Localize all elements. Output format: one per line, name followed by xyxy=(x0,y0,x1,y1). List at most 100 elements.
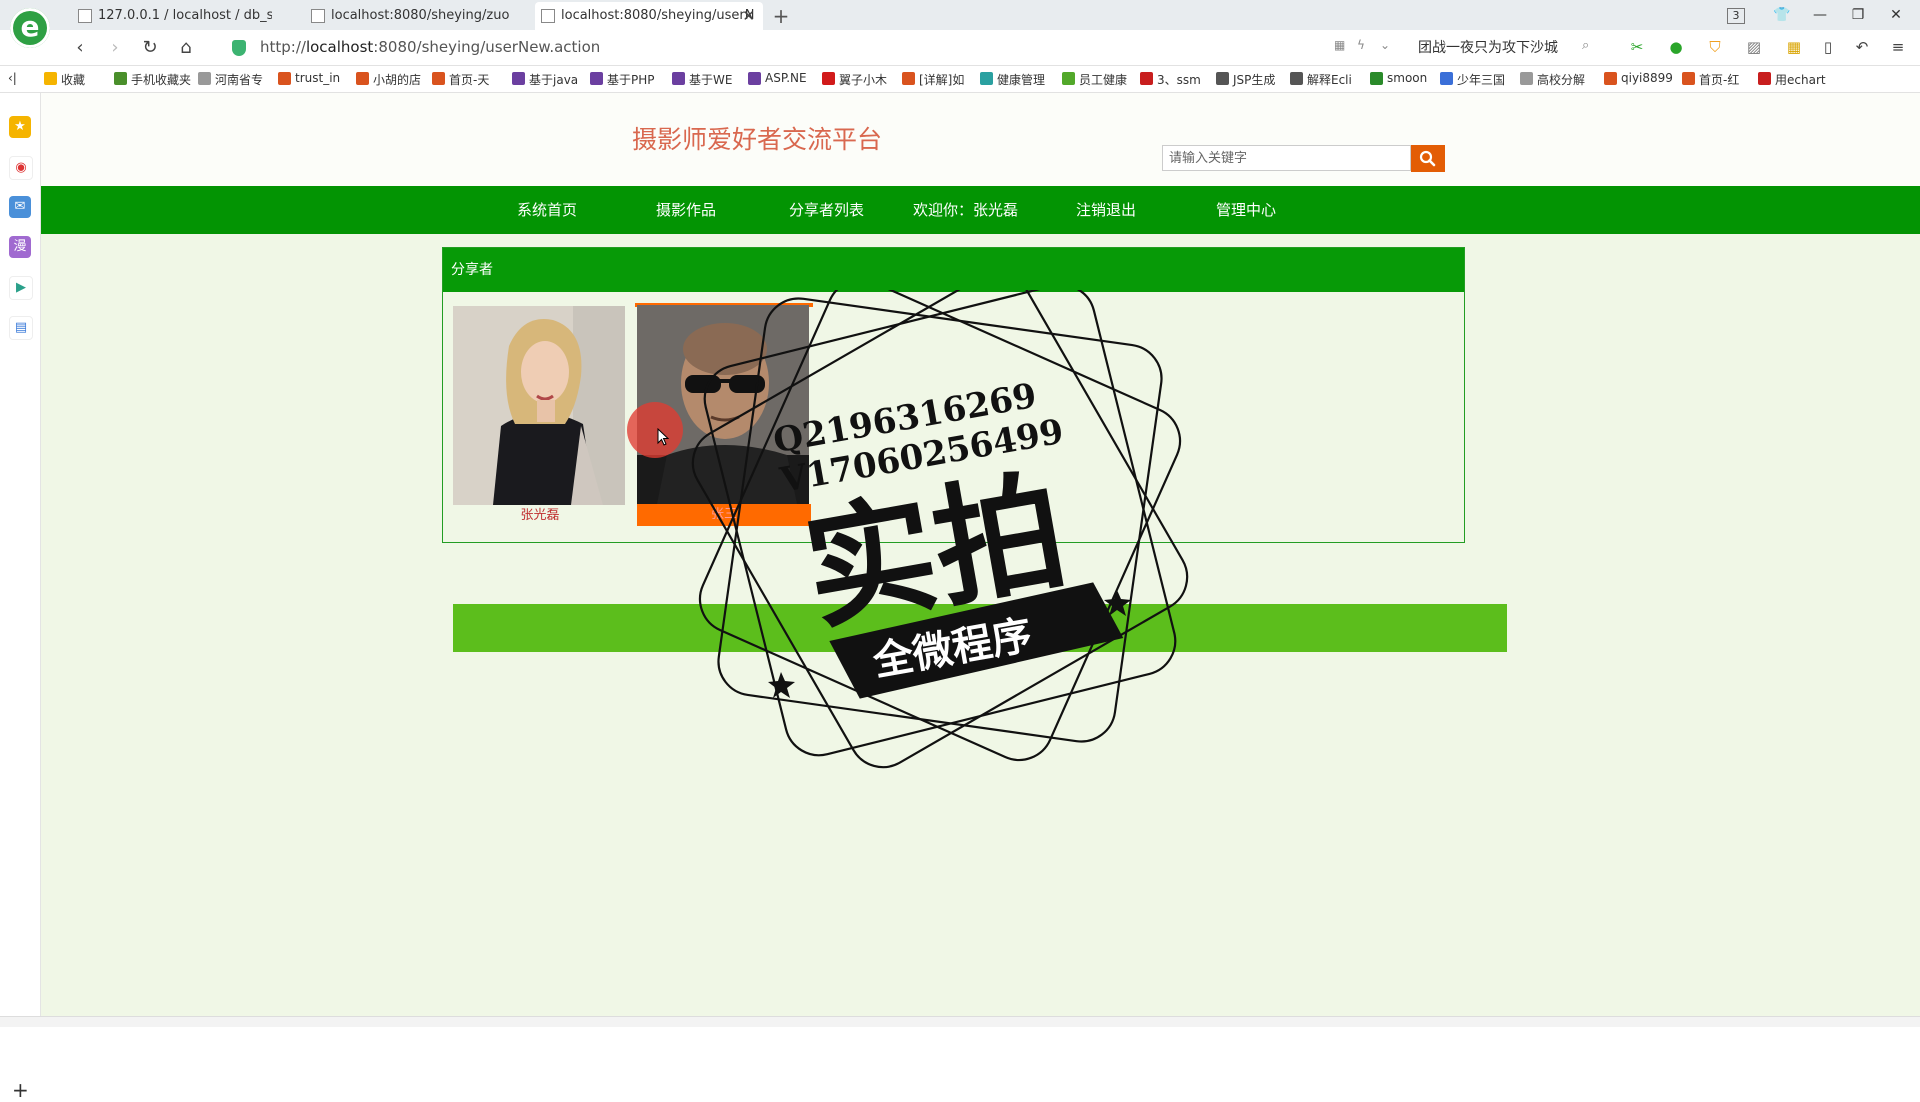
bookmark-item[interactable]: 手机收藏夹 xyxy=(114,71,209,88)
weibo-icon[interactable]: ◉ xyxy=(9,156,33,180)
browser-tab-active[interactable]: localhost:8080/sheying/userN ✕ xyxy=(535,2,763,30)
bookmark-favicon-icon xyxy=(822,72,835,85)
apps-icon[interactable]: ▦ xyxy=(1784,37,1804,57)
bookmark-label: qiyi8899 xyxy=(1621,71,1673,85)
lightning-icon[interactable]: ϟ xyxy=(1357,38,1365,52)
browser-sidebar: ★ ◉ ✉ 漫 ▶ ▤ + xyxy=(0,93,41,1102)
image-icon[interactable]: ▨ xyxy=(1744,37,1764,57)
bookmark-favicon-icon xyxy=(1520,72,1533,85)
browser-statusbar xyxy=(0,1016,1920,1027)
bookmark-item[interactable]: 翼子小木 xyxy=(822,71,905,88)
comic-icon[interactable]: 漫 xyxy=(9,236,31,258)
favorites-icon[interactable]: ★ xyxy=(9,116,31,138)
video-icon[interactable]: ▶ xyxy=(9,276,33,300)
bookmark-item[interactable]: 高校分解 xyxy=(1520,71,1607,88)
skin-icon[interactable]: 👕 xyxy=(1770,4,1794,26)
bookmarks-toggle-icon[interactable]: ‹| xyxy=(8,71,17,85)
search-button[interactable] xyxy=(1411,145,1445,172)
bookmark-favicon-icon xyxy=(1682,72,1695,85)
bookmark-item[interactable]: 基于WE xyxy=(672,71,753,88)
back-button[interactable]: ‹ xyxy=(68,36,92,60)
bookmark-item[interactable]: ASP.NE xyxy=(748,71,827,85)
site-title[interactable]: 摄影师爱好者交流平台 xyxy=(632,120,882,156)
bookmark-favicon-icon xyxy=(672,72,685,85)
bookmark-label: 基于WE xyxy=(689,73,733,87)
panel-title: 分享者 xyxy=(443,248,1464,292)
bookmark-label: 员工健康 xyxy=(1079,73,1128,87)
sharer-name[interactable]: 张光磊 xyxy=(453,505,627,527)
bookmark-item[interactable]: 健康管理 xyxy=(980,71,1065,88)
bookmark-label: 小胡的店 xyxy=(373,73,422,87)
bookmark-favicon-icon xyxy=(512,72,525,85)
nav-home[interactable]: 系统首页 xyxy=(517,186,577,234)
scissors-icon[interactable]: ✂ xyxy=(1627,37,1647,57)
bookmark-label: 收藏 xyxy=(61,73,86,87)
add-sidebar-icon[interactable]: + xyxy=(12,1078,29,1102)
nav-logout[interactable]: 注销退出 xyxy=(1076,186,1136,234)
nav-welcome-user[interactable]: 欢迎你：张光磊 xyxy=(913,186,1018,234)
bookmark-item[interactable]: 少年三国 xyxy=(1440,71,1523,88)
search-icon[interactable]: ⌕ xyxy=(1582,38,1589,53)
bookmark-item[interactable]: 首页-天 xyxy=(432,71,515,88)
nav-works[interactable]: 摄影作品 xyxy=(656,186,716,234)
browser-tab[interactable]: 127.0.0.1 / localhost / db_shey xyxy=(72,2,272,30)
bookmark-item[interactable]: 基于PHP xyxy=(590,71,675,88)
keyword-search-input[interactable] xyxy=(1162,145,1411,171)
search-hint[interactable]: 团战一夜只为攻下沙城 xyxy=(1418,37,1558,57)
bookmark-label: 少年三国 xyxy=(1457,73,1506,87)
browser-logo-icon[interactable]: e xyxy=(10,8,50,48)
browser-tab[interactable]: localhost:8080/sheying/zuopin xyxy=(305,2,510,30)
new-tab-button[interactable]: + xyxy=(768,2,794,30)
bookmark-item[interactable]: 河南省专 xyxy=(198,71,283,88)
page-icon xyxy=(541,9,555,23)
bookmark-item[interactable]: 小胡的店 xyxy=(356,71,435,88)
bookmark-label: 手机收藏夹 xyxy=(131,73,192,87)
bookmark-item[interactable]: 收藏 xyxy=(44,71,119,88)
bookmark-item[interactable]: [详解]如 xyxy=(902,71,983,88)
bookmark-item[interactable]: 基于java xyxy=(512,71,593,88)
bookmark-item[interactable]: 解释Ecli xyxy=(1290,71,1375,88)
search-icon xyxy=(1419,150,1436,167)
bookmark-favicon-icon xyxy=(198,72,211,85)
bookmark-item[interactable]: JSP生成 xyxy=(1216,71,1295,88)
minimize-button[interactable]: — xyxy=(1808,4,1832,26)
tab-count-badge[interactable]: 3 xyxy=(1727,8,1745,24)
bookmark-label: smoon xyxy=(1387,71,1428,85)
bookmark-favicon-icon xyxy=(1290,72,1303,85)
sharer-photo[interactable] xyxy=(453,306,625,505)
bookmark-item[interactable]: 首页-红 xyxy=(1682,71,1761,88)
close-window-button[interactable]: ✕ xyxy=(1884,4,1908,26)
bookmark-item[interactable]: smoon xyxy=(1370,71,1445,85)
translate-icon[interactable]: ● xyxy=(1666,37,1686,57)
mail-icon[interactable]: ✉ xyxy=(9,196,31,218)
reload-button[interactable]: ↻ xyxy=(138,36,162,60)
sharer-name[interactable]: 张三 xyxy=(637,504,811,526)
undo-icon[interactable]: ↶ xyxy=(1852,37,1872,57)
shield-icon[interactable]: ⛉ xyxy=(1705,37,1725,57)
bookmark-favicon-icon xyxy=(1216,72,1229,85)
reader-icon[interactable]: ▯ xyxy=(1818,37,1838,57)
restore-button[interactable]: ❐ xyxy=(1846,4,1870,26)
nav-admin-center[interactable]: 管理中心 xyxy=(1216,186,1276,234)
bookmark-item[interactable]: 用echart xyxy=(1758,71,1843,88)
url-host: localhost xyxy=(305,38,374,56)
bookmark-label: 基于PHP xyxy=(607,73,655,87)
bookmark-item[interactable]: 员工健康 xyxy=(1062,71,1145,88)
menu-icon[interactable]: ≡ xyxy=(1888,37,1908,57)
home-button[interactable]: ⌂ xyxy=(174,36,198,60)
bookmark-favicon-icon xyxy=(1440,72,1453,85)
forward-button[interactable]: › xyxy=(103,36,127,60)
site-header: 摄影师爱好者交流平台 xyxy=(41,93,1920,186)
chevron-down-icon[interactable]: ⌄ xyxy=(1380,38,1390,52)
notes-icon[interactable]: ▤ xyxy=(9,316,33,340)
nav-sharer-list[interactable]: 分享者列表 xyxy=(789,186,864,234)
url-field[interactable]: http://localhost:8080/sheying/userNew.ac… xyxy=(232,36,1387,60)
bookmark-item[interactable]: 3、ssm xyxy=(1140,71,1221,88)
bookmark-favicon-icon xyxy=(902,72,915,85)
bookmark-item[interactable]: trust_in xyxy=(278,71,357,85)
bookmark-favicon-icon xyxy=(278,72,291,85)
close-tab-icon[interactable]: ✕ xyxy=(742,2,755,30)
qr-icon[interactable]: ▦ xyxy=(1334,38,1345,52)
bookmark-item[interactable]: qiyi8899 xyxy=(1604,71,1685,85)
url-scheme: http:// xyxy=(260,38,306,56)
